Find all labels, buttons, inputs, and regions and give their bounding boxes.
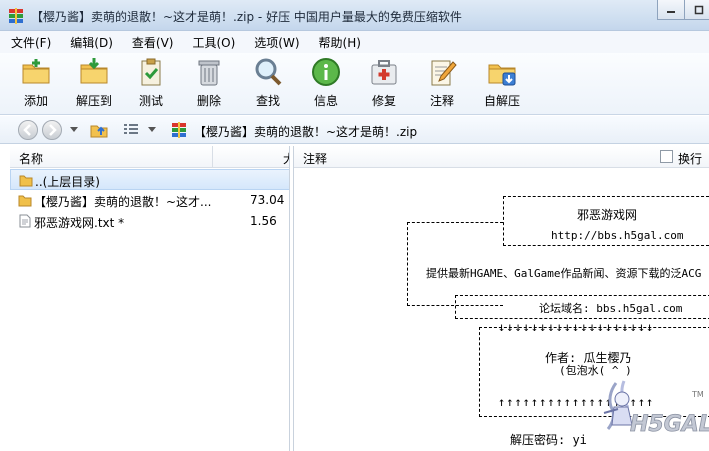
comment-header: 注释 换行 (294, 146, 709, 168)
menu-options[interactable]: 选项(W) (254, 34, 299, 51)
file-list-pane: 名称 大 ..(上层目录) 【樱乃酱】卖萌的退散！~这才... 73.04 M … (10, 146, 290, 451)
column-name-header[interactable]: 名称 (19, 150, 43, 167)
repair-label: 修复 (371, 94, 396, 108)
menu-bar: 文件(F) 编辑(D) 查看(V) 工具(O) 选项(W) 帮助(H) (0, 31, 709, 53)
maximize-icon (694, 5, 703, 14)
site-name: 邪恶游戏网 (577, 208, 638, 222)
svg-text:H5GAL: H5GAL (630, 412, 709, 437)
info-icon (312, 58, 340, 86)
self-extract-button[interactable]: 自解压 (480, 56, 524, 112)
forum-domain: 论坛域名: bbs.h5gal.com (539, 302, 683, 315)
author-sub-line: (包泡水( ^ ) (559, 364, 632, 377)
test-clipboard-icon (141, 58, 161, 86)
text-file-icon (19, 214, 31, 228)
info-button[interactable]: 信息 (306, 56, 346, 112)
arrow-right-icon (49, 124, 57, 136)
column-size-header[interactable]: 大 (212, 146, 289, 168)
add-label: 添加 (23, 94, 48, 108)
minimize-icon (667, 10, 675, 13)
list-item-name: ..(上层目录) (35, 175, 100, 189)
comment-frame (407, 222, 503, 306)
trash-icon (198, 60, 220, 86)
find-button[interactable]: 查找 (248, 56, 288, 112)
list-item-parent-dir[interactable]: ..(上层目录) (10, 169, 289, 190)
test-button[interactable]: 测试 (131, 56, 171, 112)
magnifier-icon (255, 58, 282, 86)
file-list-header: 名称 大 (10, 146, 289, 168)
test-label: 测试 (138, 94, 163, 108)
h5gal-logo: H5GAL TM (594, 379, 709, 444)
menu-file[interactable]: 文件(F) (11, 34, 51, 51)
folder-up-icon (19, 175, 33, 187)
extract-to-label: 解压到 (75, 94, 112, 108)
list-item-name: 【樱乃酱】卖萌的退散！~这才... (34, 195, 212, 209)
list-item-txt-file[interactable]: 邪恶游戏网.txt * 1.56 (10, 211, 289, 232)
window-title: 【樱乃酱】卖萌的退散！~这才是萌！.zip - 好压 中国用户量最大的免费压缩软… (31, 10, 462, 24)
h5gal-watermark-logo: H5GAL TM (603, 380, 709, 437)
find-label: 查找 (255, 94, 280, 108)
add-button[interactable]: 添加 (16, 56, 56, 112)
archive-icon (172, 122, 186, 138)
menu-edit[interactable]: 编辑(D) (70, 34, 113, 51)
folder-icon (18, 195, 32, 207)
add-folder-icon (22, 59, 50, 84)
password-line: 解压密码: yi (510, 433, 587, 447)
back-button[interactable] (18, 120, 38, 140)
site-url: http://bbs.h5gal.com (551, 229, 684, 242)
up-folder-icon[interactable] (90, 121, 108, 139)
repair-button[interactable]: 修复 (364, 56, 404, 112)
self-extract-icon (488, 64, 516, 86)
minimize-button[interactable] (657, 0, 685, 20)
comment-button[interactable]: 注释 (422, 56, 462, 112)
info-label: 信息 (313, 94, 338, 108)
list-item-size: 1.56 (250, 214, 277, 228)
site-description: 提供最新HGAME、GalGame作品新闻、资源下载的泛ACG (426, 267, 702, 280)
title-bar: 【樱乃酱】卖萌的退散！~这才是萌！.zip - 好压 中国用户量最大的免费压缩软… (0, 0, 709, 31)
menu-view[interactable]: 查看(V) (132, 34, 174, 51)
address-bar: 【樱乃酱】卖萌的退散！~这才是萌！.zip (0, 116, 709, 144)
history-dropdown-icon[interactable] (70, 127, 78, 133)
delete-button[interactable]: 删除 (189, 56, 229, 112)
toolbar: 添加 解压到 测试 删除 查找 信息 修复 注释 自解压 (0, 53, 709, 115)
delete-label: 删除 (196, 94, 221, 108)
menu-tools[interactable]: 工具(O) (192, 34, 235, 51)
comment-pane: 注释 换行 邪恶游戏网 http://bbs.h5gal.com 提供最新HGA… (293, 146, 709, 451)
maximize-button[interactable] (685, 0, 709, 20)
wrap-label[interactable]: 换行 (678, 150, 702, 167)
svg-text:TM: TM (691, 390, 704, 399)
list-item-folder[interactable]: 【樱乃酱】卖萌的退散！~这才... 73.04 M (10, 190, 289, 211)
wrap-checkbox[interactable] (660, 150, 673, 163)
view-dropdown-icon[interactable] (148, 127, 156, 133)
comment-label: 注释 (429, 94, 454, 108)
menu-help[interactable]: 帮助(H) (319, 34, 361, 51)
extract-folder-icon (80, 58, 108, 84)
list-item-size: 73.04 M (250, 193, 289, 207)
extract-to-button[interactable]: 解压到 (74, 56, 114, 112)
forward-button[interactable] (42, 120, 62, 140)
arrow-left-icon (23, 124, 31, 136)
view-mode-icon[interactable] (123, 123, 139, 137)
comment-title: 注释 (303, 152, 328, 166)
comment-text-area[interactable]: 邪恶游戏网 http://bbs.h5gal.com 提供最新HGAME、Gal… (294, 169, 709, 451)
first-aid-icon (371, 60, 397, 85)
address-path[interactable]: 【樱乃酱】卖萌的退散！~这才是萌！.zip (194, 123, 417, 140)
self-extract-label: 自解压 (483, 94, 520, 108)
list-item-name: 邪恶游戏网.txt * (34, 216, 125, 230)
arrows-down: ↓↓↓↓↓↓↓↓↓↓↓↓↓↓↓↓↓↓↓ (498, 320, 655, 334)
haozip-app-icon (9, 8, 23, 24)
comment-pencil-icon (431, 60, 457, 86)
